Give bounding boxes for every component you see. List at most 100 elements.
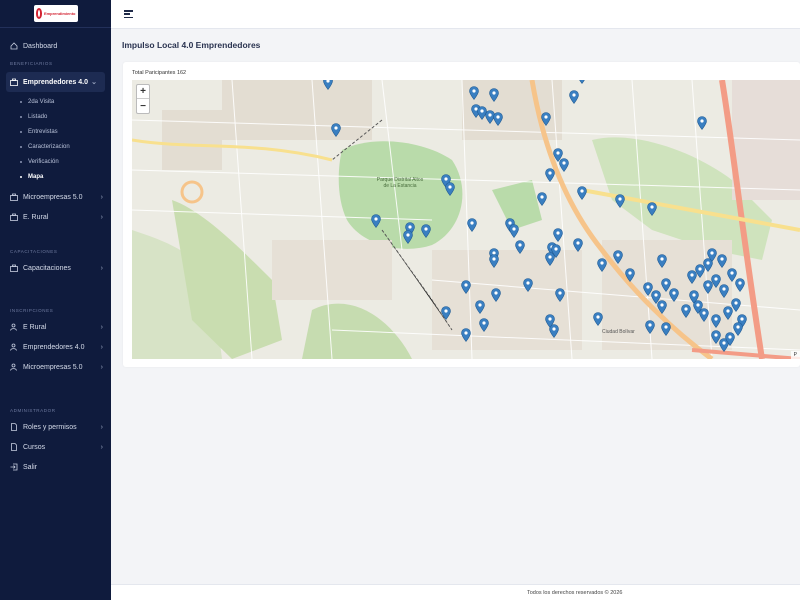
sub-item-listado[interactable]: Listado <box>0 109 111 124</box>
map-view[interactable]: + − Parque Distrital Altos de La Estanci… <box>132 80 800 359</box>
section-beneficiarios: Beneficiarios <box>10 60 53 66</box>
logout-icon <box>10 463 18 471</box>
zoom-out-button[interactable]: − <box>137 99 149 113</box>
map-marker-icon[interactable] <box>573 238 583 252</box>
sub-item-label: Caracterizacion <box>28 143 70 150</box>
map-marker-icon[interactable] <box>441 306 451 320</box>
map-marker-icon[interactable] <box>467 218 477 232</box>
map-marker-icon[interactable] <box>491 288 501 302</box>
nav-insc-microempresas-label: Microempresas 5.0 <box>23 363 83 371</box>
user-plus-icon <box>10 363 18 371</box>
map-marker-icon[interactable] <box>553 228 563 242</box>
map-marker-icon[interactable] <box>657 254 667 268</box>
sub-item-label: Verificación <box>28 158 59 165</box>
bullet-icon <box>20 160 22 163</box>
map-marker-icon[interactable] <box>625 268 635 282</box>
sub-item-label: 2da Visita <box>28 98 55 105</box>
map-marker-icon[interactable] <box>489 254 499 268</box>
map-marker-icon[interactable] <box>545 314 555 328</box>
map-marker-icon[interactable] <box>593 312 603 326</box>
nav-microempresas[interactable]: Microempresas 5.0 › <box>0 187 111 207</box>
nav-insc-emprendedores[interactable]: Emprendedores 4.0 › <box>0 337 111 357</box>
sub-item-caracterizacion[interactable]: Caracterizacion <box>0 139 111 154</box>
map-marker-icon[interactable] <box>577 186 587 200</box>
map-marker-icon[interactable] <box>615 194 625 208</box>
nav-emprendedores-group[interactable]: Emprendedores 4.0 ⌄ <box>6 72 105 92</box>
nav-insc-erural[interactable]: E Rural › <box>0 317 111 337</box>
map-marker-icon[interactable] <box>551 244 561 258</box>
map-marker-icon[interactable] <box>479 318 489 332</box>
chevron-right-icon: › <box>100 443 103 451</box>
map-marker-icon[interactable] <box>733 322 743 336</box>
map-marker-icon[interactable] <box>421 224 431 238</box>
map-marker-icon[interactable] <box>645 320 655 334</box>
map-marker-icon[interactable] <box>541 112 551 126</box>
map-marker-icon[interactable] <box>489 88 499 102</box>
participants-count: Total Paricipantes 162 <box>132 70 187 76</box>
sub-item-2da-visita[interactable]: 2da Visita <box>0 94 111 109</box>
nav-dashboard[interactable]: Dashboard <box>0 36 111 56</box>
map-marker-icon[interactable] <box>403 230 413 244</box>
sub-item-label: Mapa <box>28 173 44 180</box>
map-marker-icon[interactable] <box>697 116 707 130</box>
map-marker-icon[interactable] <box>469 86 479 100</box>
map-marker-icon[interactable] <box>717 254 727 268</box>
nav-dashboard-label: Dashboard <box>23 42 58 50</box>
sub-item-mapa[interactable]: Mapa <box>0 169 111 184</box>
map-marker-icon[interactable] <box>661 322 671 336</box>
section-capacitaciones: Capacitaciones <box>10 248 58 254</box>
nav-microempresas-label: Microempresas 5.0 <box>23 193 83 201</box>
map-marker-icon[interactable] <box>323 80 333 90</box>
map-marker-icon[interactable] <box>509 224 519 238</box>
map-marker-icon[interactable] <box>493 112 503 126</box>
map-marker-icon[interactable] <box>545 168 555 182</box>
logo-mark-icon <box>35 8 42 19</box>
nav-cursos[interactable]: Cursos › <box>0 437 111 457</box>
chevron-right-icon: › <box>100 213 103 221</box>
map-marker-icon[interactable] <box>555 288 565 302</box>
hamburger-menu-icon[interactable] <box>124 10 133 18</box>
map-marker-icon[interactable] <box>735 278 745 292</box>
logo-wrap: Emprendimiento <box>0 0 111 28</box>
map-marker-icon[interactable] <box>559 158 569 172</box>
map-marker-icon[interactable] <box>657 300 667 314</box>
map-marker-icon[interactable] <box>331 123 341 137</box>
map-attribution[interactable]: P <box>790 351 800 359</box>
map-marker-icon[interactable] <box>597 258 607 272</box>
map-marker-icon[interactable] <box>461 280 471 294</box>
sub-item-verificacion[interactable]: Verificación <box>0 154 111 169</box>
map-marker-icon[interactable] <box>719 284 729 298</box>
map-marker-icon[interactable] <box>475 300 485 314</box>
map-marker-icon[interactable] <box>647 202 657 216</box>
map-marker-icon[interactable] <box>707 248 717 262</box>
nav-insc-microempresas[interactable]: Microempresas 5.0 › <box>0 357 111 377</box>
logo-text: Emprendimiento <box>43 11 76 16</box>
zoom-in-button[interactable]: + <box>137 85 149 99</box>
footer: Todos los derechos reservados © 2026 <box>111 584 800 600</box>
map-marker-icon[interactable] <box>731 298 741 312</box>
map-marker-icon[interactable] <box>711 314 721 328</box>
map-marker-icon[interactable] <box>445 182 455 196</box>
map-marker-icon[interactable] <box>371 214 381 228</box>
nav-insc-erural-label: E Rural <box>23 323 47 331</box>
bullet-icon <box>20 175 22 178</box>
map-marker-icon[interactable] <box>699 308 709 322</box>
logo[interactable]: Emprendimiento <box>33 5 78 22</box>
map-marker-icon[interactable] <box>613 250 623 264</box>
map-card: Total Paricipantes 162 + − Parque Distri… <box>123 62 800 367</box>
map-marker-icon[interactable] <box>681 304 691 318</box>
map-marker-icon[interactable] <box>515 240 525 254</box>
map-marker-icon[interactable] <box>669 288 679 302</box>
map-marker-icon[interactable] <box>537 192 547 206</box>
nav-capacitaciones[interactable]: Capacitaciones › <box>0 258 111 278</box>
chevron-right-icon: › <box>100 193 103 201</box>
nav-roles[interactable]: Roles y permisos › <box>0 417 111 437</box>
nav-erural[interactable]: E. Rural › <box>0 207 111 227</box>
map-marker-icon[interactable] <box>569 90 579 104</box>
nav-salir[interactable]: Salir <box>0 457 111 477</box>
sub-item-entrevistas[interactable]: Entrevistas <box>0 124 111 139</box>
map-marker-icon[interactable] <box>577 80 587 84</box>
map-marker-icon[interactable] <box>461 328 471 342</box>
map-marker-icon[interactable] <box>523 278 533 292</box>
